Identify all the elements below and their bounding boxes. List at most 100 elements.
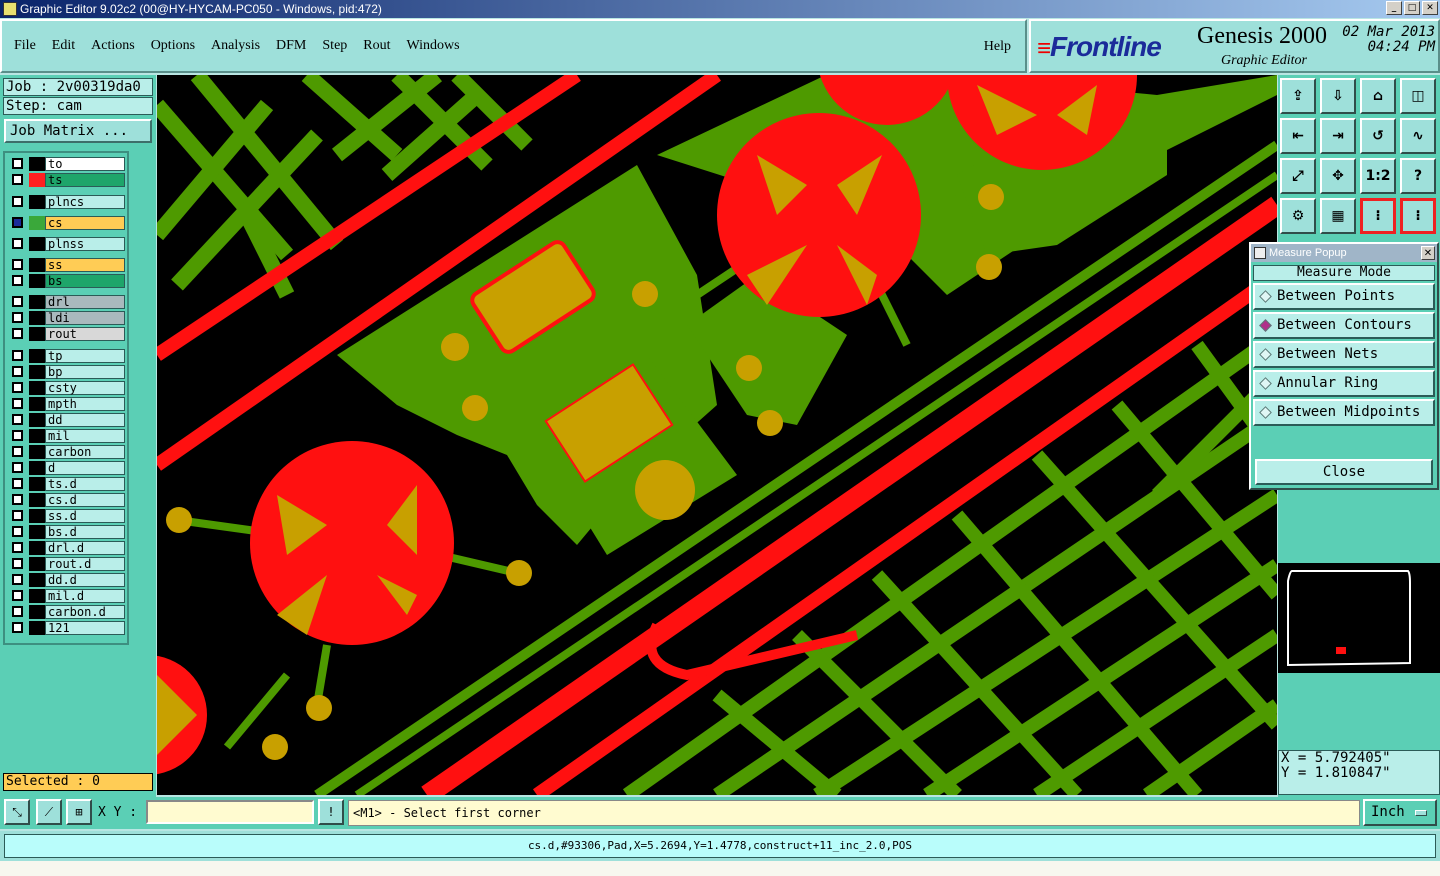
option-between-points[interactable]: Between Points	[1253, 283, 1435, 310]
layer-checkbox[interactable]	[12, 398, 23, 409]
option-annular-ring[interactable]: Annular Ring	[1253, 370, 1435, 397]
grid-snap-icon[interactable]: ⊞	[66, 799, 92, 825]
layer-checkbox[interactable]	[12, 430, 23, 441]
layer-checkbox[interactable]	[12, 542, 23, 553]
layer-checkbox[interactable]	[12, 312, 23, 323]
layer-row-ss[interactable]: ✎ss	[9, 258, 127, 272]
layer-checkbox[interactable]	[12, 174, 23, 185]
snap-icon[interactable]: ⤡	[4, 799, 30, 825]
layer-checkbox[interactable]	[12, 296, 23, 307]
house-icon[interactable]: ⌂	[1360, 78, 1396, 114]
layer-row-rout.d[interactable]: rout.d	[9, 557, 127, 571]
minimize-button[interactable]: _	[1386, 1, 1402, 15]
option-between-midpoints[interactable]: Between Midpoints	[1253, 399, 1435, 426]
wave-icon[interactable]: ∿	[1400, 118, 1436, 154]
layer-checkbox[interactable]	[12, 494, 23, 505]
job-matrix-button[interactable]: Job Matrix ...	[4, 119, 152, 143]
layer-row-plnss[interactable]: plnss	[9, 237, 127, 251]
layer-row-tp[interactable]: tp	[9, 349, 127, 363]
menu-step[interactable]: Step	[322, 38, 347, 54]
layer-checkbox[interactable]	[12, 478, 23, 489]
layer-checkbox[interactable]	[12, 606, 23, 617]
menu-help[interactable]: Help	[984, 39, 1011, 55]
layer-row-ts.d[interactable]: ✎ts.d	[9, 477, 127, 491]
center-icon[interactable]: ✥	[1320, 158, 1356, 194]
menu-dfm[interactable]: DFM	[276, 38, 306, 54]
layer-row-cs.d[interactable]: ✎cs.d	[9, 493, 127, 507]
measure-icon[interactable]: ⟋	[36, 799, 62, 825]
layer-row-rout[interactable]: rout	[9, 327, 127, 341]
layer-checkbox[interactable]	[12, 510, 23, 521]
layer-row-bs.d[interactable]: ✎bs.d	[9, 525, 127, 539]
layer-row-carbon[interactable]: ✎carbon	[9, 445, 127, 459]
option-between-contours[interactable]: Between Contours	[1253, 312, 1435, 339]
layer-row-bp[interactable]: bp	[9, 365, 127, 379]
popup-close-button[interactable]: Close	[1255, 459, 1433, 485]
snap-red2-icon[interactable]: ⁝	[1400, 198, 1436, 234]
question-icon[interactable]: ?	[1400, 158, 1436, 194]
layer-checkbox[interactable]	[12, 328, 23, 339]
rotate-icon[interactable]: ↺	[1360, 118, 1396, 154]
layer-checkbox[interactable]	[12, 350, 23, 361]
layer-checkbox[interactable]	[12, 275, 23, 286]
layer-checkbox[interactable]	[12, 622, 23, 633]
layer-checkbox[interactable]	[12, 158, 23, 169]
board-overview[interactable]	[1278, 563, 1440, 673]
menu-actions[interactable]: Actions	[91, 38, 135, 54]
layer-checkbox[interactable]	[12, 462, 23, 473]
option-between-nets[interactable]: Between Nets	[1253, 341, 1435, 368]
tools-icon[interactable]: ⚙	[1280, 198, 1316, 234]
layer-row-bs[interactable]: ✎bs	[9, 274, 127, 288]
layer-checkbox[interactable]	[12, 590, 23, 601]
layer-checkbox[interactable]	[12, 366, 23, 377]
layer-checkbox[interactable]	[12, 446, 23, 457]
split-icon[interactable]: ◫	[1400, 78, 1436, 114]
layer-row-carbon.d[interactable]: ✎carbon.d	[9, 605, 127, 619]
menu-rout[interactable]: Rout	[363, 38, 390, 54]
layer-checkbox[interactable]	[12, 238, 23, 249]
layer-row-mil.d[interactable]: mil.d	[9, 589, 127, 603]
layer-checkbox[interactable]	[12, 196, 23, 207]
layer-row-drl.d[interactable]: drl.d	[9, 541, 127, 555]
scale-icon[interactable]: 1:2	[1360, 158, 1396, 194]
grid-icon[interactable]: ▦	[1320, 198, 1356, 234]
layer-checkbox[interactable]	[12, 558, 23, 569]
layer-checkbox[interactable]	[12, 259, 23, 270]
popup-close-icon[interactable]: ✕	[1421, 246, 1435, 260]
layer-checkbox[interactable]	[12, 217, 23, 228]
layer-row-d[interactable]: d	[9, 461, 127, 475]
layer-checkbox[interactable]	[12, 526, 23, 537]
home-icon[interactable]: ⇪	[1280, 78, 1316, 114]
menu-options[interactable]: Options	[151, 38, 195, 54]
close-window-button[interactable]: ✕	[1422, 1, 1438, 15]
zoom-left-icon[interactable]: ⇤	[1280, 118, 1316, 154]
layer-row-mil[interactable]: mil	[9, 429, 127, 443]
layer-row-ldi[interactable]: ldi	[9, 311, 127, 325]
layer-checkbox[interactable]	[12, 382, 23, 393]
layer-row-cs[interactable]: ✎cs	[9, 216, 127, 230]
layer-row-121[interactable]: 121	[9, 621, 127, 635]
layer-row-csty[interactable]: csty	[9, 381, 127, 395]
layer-row-drl[interactable]: drl	[9, 295, 127, 309]
menu-edit[interactable]: Edit	[52, 38, 75, 54]
graphic-canvas[interactable]	[157, 75, 1277, 795]
unit-selector[interactable]: Inch	[1363, 799, 1437, 826]
layer-row-to[interactable]: to	[9, 157, 127, 171]
snap-red-icon[interactable]: ⁝	[1360, 198, 1396, 234]
layer-row-ts[interactable]: ✎ts	[9, 173, 127, 187]
layer-row-dd.d[interactable]: ✎dd.d	[9, 573, 127, 587]
layer-row-mpth[interactable]: mpth	[9, 397, 127, 411]
layer-row-plncs[interactable]: plncs	[9, 195, 127, 209]
menu-analysis[interactable]: Analysis	[211, 38, 260, 54]
xy-input[interactable]	[146, 800, 314, 824]
maximize-button[interactable]: □	[1404, 1, 1420, 15]
menu-windows[interactable]: Windows	[407, 38, 460, 54]
layer-row-ss.d[interactable]: ✎ss.d	[9, 509, 127, 523]
layer-row-dd[interactable]: ✎dd	[9, 413, 127, 427]
zoom-right-icon[interactable]: ⇥	[1320, 118, 1356, 154]
save-icon[interactable]: ⇩	[1320, 78, 1356, 114]
alert-icon[interactable]: !	[318, 799, 344, 825]
layer-checkbox[interactable]	[12, 414, 23, 425]
menu-file[interactable]: File	[14, 38, 36, 54]
layer-checkbox[interactable]	[12, 574, 23, 585]
